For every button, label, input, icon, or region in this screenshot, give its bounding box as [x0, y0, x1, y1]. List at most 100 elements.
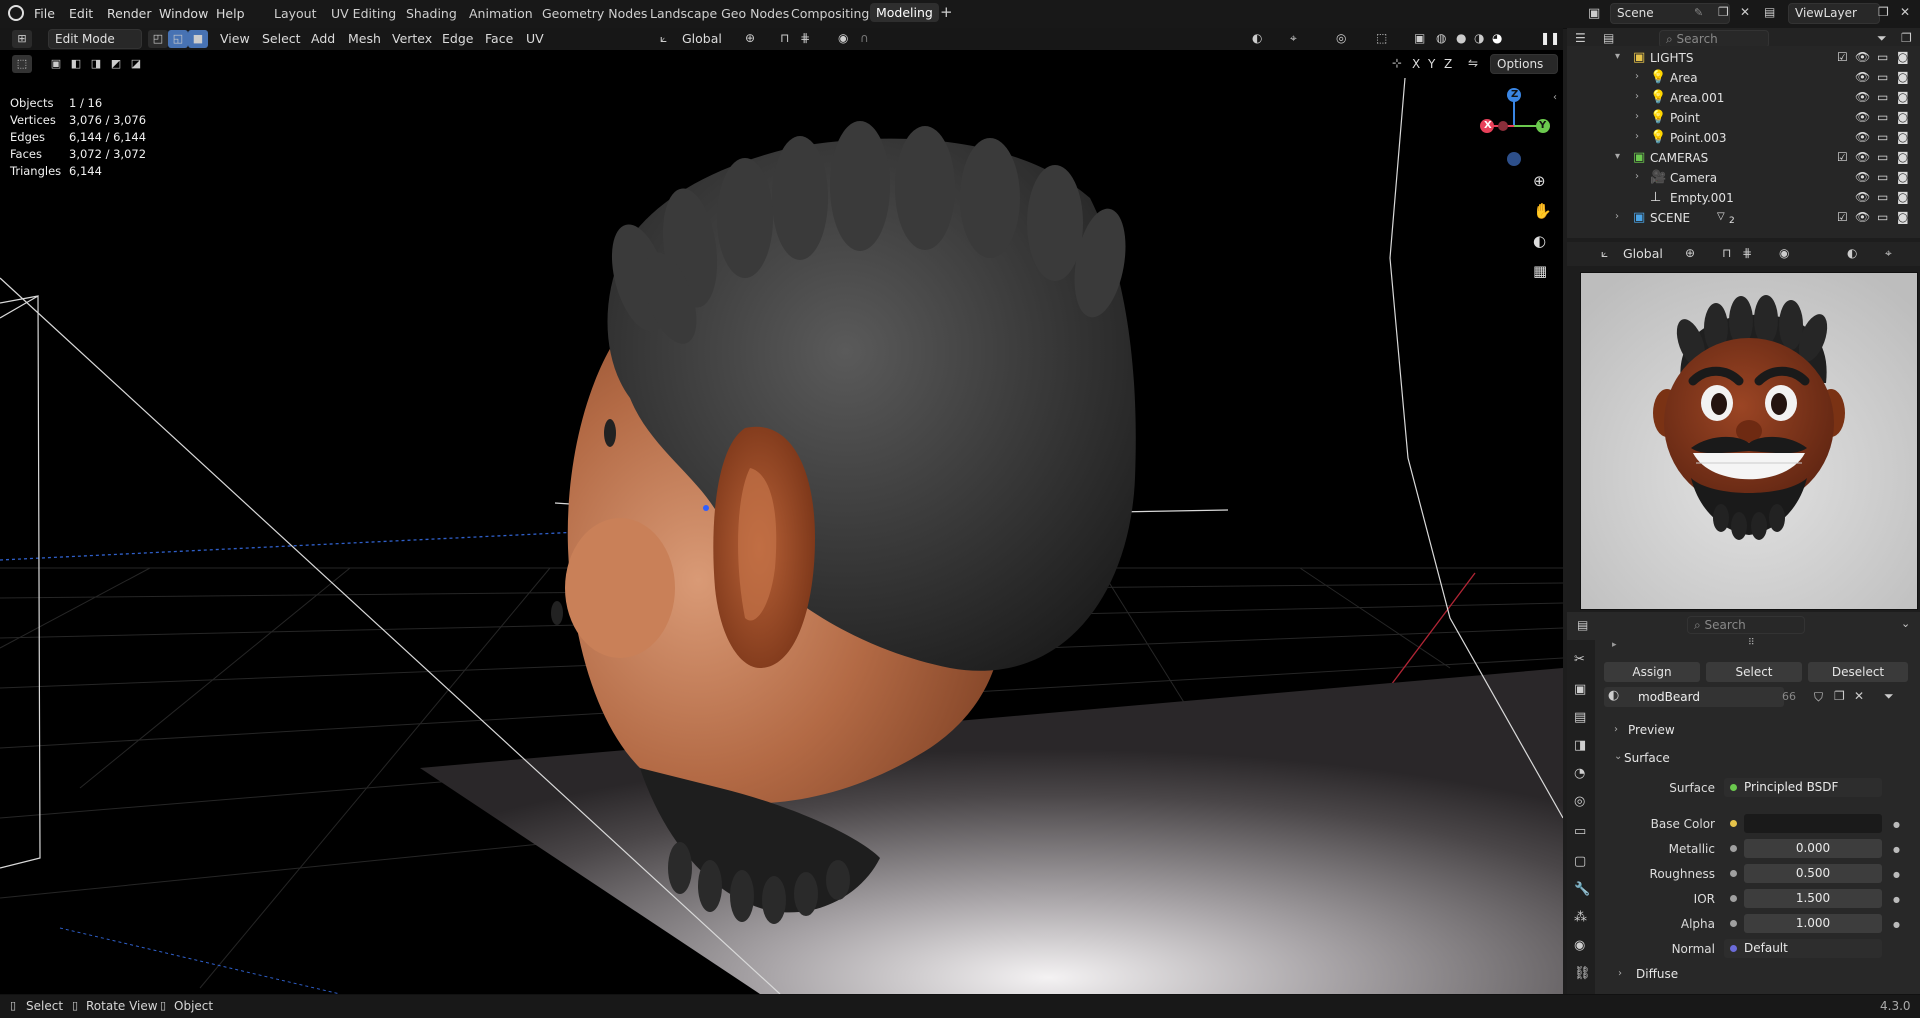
- tab-landscape-geo-nodes[interactable]: Landscape Geo Nodes: [650, 6, 789, 21]
- collapse-arrow-icon[interactable]: ▸: [1612, 640, 1617, 650]
- render-camera-icon[interactable]: ◙: [1897, 110, 1909, 124]
- axis-z-toggle[interactable]: Z: [1444, 57, 1452, 71]
- render-tab-icon[interactable]: ▣: [1574, 682, 1586, 697]
- gizmo-icon[interactable]: ⌖: [1290, 31, 1297, 46]
- camera-view-icon[interactable]: ◐: [1533, 232, 1546, 250]
- axis-y-toggle[interactable]: Y: [1428, 57, 1435, 71]
- include-checkbox[interactable]: ☑: [1837, 50, 1848, 64]
- world-tab-icon[interactable]: ◎: [1574, 794, 1585, 809]
- viewport-display-icon[interactable]: ▭: [1877, 90, 1888, 104]
- orientation-selector[interactable]: Global: [682, 31, 722, 46]
- deselect-button[interactable]: Deselect: [1808, 662, 1908, 682]
- physics-tab-icon[interactable]: ◉: [1574, 938, 1585, 953]
- pivot-icon[interactable]: ⊕: [1685, 246, 1695, 260]
- menu-file[interactable]: File: [34, 6, 55, 21]
- visibility-icon[interactable]: ◐: [1252, 31, 1262, 45]
- menu-vertex[interactable]: Vertex: [392, 31, 432, 46]
- pivot-icon[interactable]: ⊕: [745, 31, 755, 45]
- collection-tab-icon[interactable]: ▭: [1574, 824, 1586, 839]
- outliner[interactable]: ▾ ▣ LIGHTS › 💡 Area › 💡 Area.001 › 💡 Poi…: [1567, 46, 1920, 238]
- proportional-edit-icon[interactable]: ◉: [1779, 246, 1789, 260]
- menu-window[interactable]: Window: [159, 6, 208, 21]
- particles-tab-icon[interactable]: ⁂: [1574, 910, 1587, 925]
- select-button[interactable]: Select: [1706, 662, 1802, 682]
- vertex-select-icon[interactable]: ◰: [148, 30, 168, 48]
- roughness-field[interactable]: 0.500: [1744, 864, 1882, 883]
- menu-select[interactable]: Select: [262, 31, 301, 46]
- viewport-display-icon[interactable]: ▭: [1877, 150, 1888, 164]
- menu-edit[interactable]: Edit: [69, 6, 93, 21]
- render-camera-icon[interactable]: ◙: [1897, 130, 1909, 144]
- render-camera-icon[interactable]: ◙: [1897, 50, 1909, 64]
- eye-icon[interactable]: 👁: [1855, 90, 1870, 104]
- render-preview[interactable]: [1580, 272, 1918, 610]
- surface-collapse-icon[interactable]: ⌄: [1614, 751, 1622, 762]
- blender-logo-icon[interactable]: [8, 5, 24, 21]
- snap-axis-icon[interactable]: ⊹: [1392, 56, 1402, 70]
- eye-icon[interactable]: 👁: [1855, 170, 1870, 184]
- ior-field[interactable]: 1.500: [1744, 889, 1882, 908]
- viewport-display-icon[interactable]: ▭: [1877, 50, 1888, 64]
- base-color-swatch[interactable]: [1744, 814, 1882, 833]
- select-mode-intersect-icon[interactable]: ◪: [126, 55, 146, 73]
- include-checkbox[interactable]: ☑: [1837, 150, 1848, 164]
- menu-face[interactable]: Face: [485, 31, 513, 46]
- properties-search-input[interactable]: ⌕ Search: [1687, 616, 1805, 634]
- properties-editor-icon[interactable]: ▤: [1577, 618, 1588, 632]
- menu-help[interactable]: Help: [216, 6, 245, 21]
- tab-modeling[interactable]: Modeling: [870, 3, 939, 22]
- tab-uv-editing[interactable]: UV Editing: [331, 6, 396, 21]
- tool-tab-icon[interactable]: ✂: [1574, 652, 1585, 667]
- render-camera-icon[interactable]: ◙: [1897, 70, 1909, 84]
- axis-x-toggle[interactable]: X: [1412, 57, 1420, 71]
- transform-orientation-icon[interactable]: ⟀: [1601, 246, 1608, 261]
- normal-selector[interactable]: Default: [1724, 939, 1882, 958]
- select-mode-invert-icon[interactable]: ◩: [106, 55, 126, 73]
- select-mode-extend-icon[interactable]: ◧: [66, 55, 86, 73]
- gizmo-icon[interactable]: ⌖: [1885, 246, 1892, 261]
- new-view-layer-icon[interactable]: ❐: [1878, 5, 1889, 19]
- viewport-display-icon[interactable]: ▭: [1877, 170, 1888, 184]
- perspective-grid-icon[interactable]: ▦: [1533, 262, 1547, 280]
- transform-orientation-icon[interactable]: ⟀: [660, 31, 667, 46]
- viewport-display-icon[interactable]: ▭: [1877, 70, 1888, 84]
- keyframe-dot-icon[interactable]: ●: [1893, 845, 1900, 854]
- eye-icon[interactable]: 👁: [1855, 70, 1870, 84]
- render-camera-icon[interactable]: ◙: [1897, 190, 1909, 204]
- scroll-handle-icon[interactable]: ⠿: [1748, 638, 1755, 648]
- surface-shader-selector[interactable]: Principled BSDF: [1724, 778, 1882, 797]
- mirror-icon[interactable]: ⇋: [1468, 56, 1478, 70]
- editor-type-icon[interactable]: ⊞: [12, 30, 32, 48]
- display-mode-icon[interactable]: ▤: [1603, 31, 1614, 45]
- face-select-icon[interactable]: ■: [188, 30, 208, 48]
- delete-scene-icon[interactable]: ✕: [1740, 5, 1750, 19]
- snap-icon[interactable]: ⊓: [780, 31, 789, 45]
- add-workspace-button[interactable]: +: [940, 3, 953, 21]
- snap-target-icon[interactable]: ⋕: [1742, 246, 1752, 260]
- preview-expand-icon[interactable]: ›: [1614, 724, 1618, 735]
- keyframe-dot-icon[interactable]: ●: [1893, 870, 1900, 879]
- diffuse-panel-header[interactable]: Diffuse: [1636, 967, 1678, 981]
- tab-compositing[interactable]: Compositing: [791, 6, 869, 21]
- preview-panel-header[interactable]: Preview: [1628, 723, 1675, 737]
- snap-target-icon[interactable]: ⋕: [800, 31, 810, 45]
- render-camera-icon[interactable]: ◙: [1897, 150, 1909, 164]
- tab-shading[interactable]: Shading: [406, 6, 457, 21]
- options-chevron-icon[interactable]: ⌄: [1901, 617, 1910, 630]
- eye-icon[interactable]: 👁: [1855, 210, 1870, 224]
- menu-render[interactable]: Render: [107, 6, 152, 21]
- eye-icon[interactable]: 👁: [1855, 190, 1870, 204]
- sidebar-toggle-icon[interactable]: ‹: [1553, 92, 1557, 103]
- navigation-gizmo[interactable]: [1470, 84, 1550, 174]
- view-layer-icon[interactable]: ▤: [1764, 5, 1775, 19]
- view-layer-tab-icon[interactable]: ◨: [1574, 738, 1586, 753]
- visibility-icon[interactable]: ◐: [1847, 246, 1857, 260]
- pan-hand-icon[interactable]: ✋: [1533, 202, 1552, 220]
- eye-icon[interactable]: 👁: [1855, 150, 1870, 164]
- keyframe-dot-icon[interactable]: ●: [1893, 920, 1900, 929]
- material-sphere-icon[interactable]: ◐: [1608, 688, 1619, 703]
- snap-icon[interactable]: ⊓: [1722, 246, 1731, 260]
- 3d-viewport[interactable]: [0, 28, 1563, 994]
- viewport-display-icon[interactable]: ▭: [1877, 130, 1888, 144]
- xray-icon[interactable]: ▣: [1414, 31, 1425, 45]
